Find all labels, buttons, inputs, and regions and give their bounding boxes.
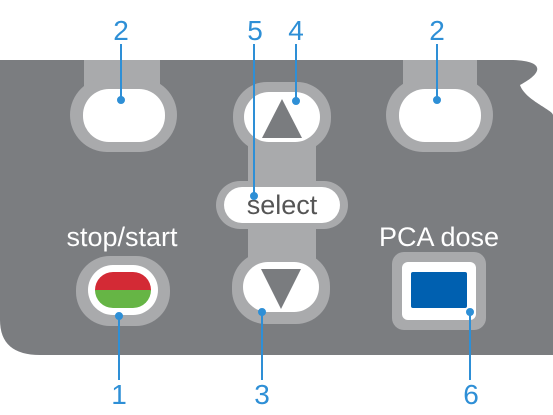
callout-6: 6 — [463, 379, 479, 410]
callout-2-right: 2 — [429, 15, 445, 46]
down-arrow-button[interactable] — [232, 252, 330, 324]
callout-2-left: 2 — [113, 15, 129, 46]
callout-3: 3 — [254, 379, 270, 410]
select-button[interactable]: select — [216, 181, 348, 229]
pca-dose-blue-key — [411, 272, 467, 308]
pca-dose-button[interactable] — [392, 252, 486, 330]
stop-red-half — [95, 272, 151, 291]
stop-start-label: stop/start — [66, 222, 178, 252]
callout-1: 1 — [111, 379, 127, 410]
keypad-diagram: select stop/start PCA dose 2 5 4 2 1 3 6 — [0, 0, 553, 410]
pca-dose-label: PCA dose — [379, 222, 499, 252]
keypad-svg: select stop/start PCA dose 2 5 4 2 1 3 6 — [0, 15, 553, 410]
up-arrow-button[interactable] — [233, 82, 331, 152]
callout-4: 4 — [288, 15, 304, 46]
left-softkey-button[interactable] — [70, 78, 177, 152]
stop-start-button[interactable] — [76, 256, 170, 326]
callout-5: 5 — [247, 15, 263, 46]
right-softkey-button[interactable] — [386, 78, 493, 152]
